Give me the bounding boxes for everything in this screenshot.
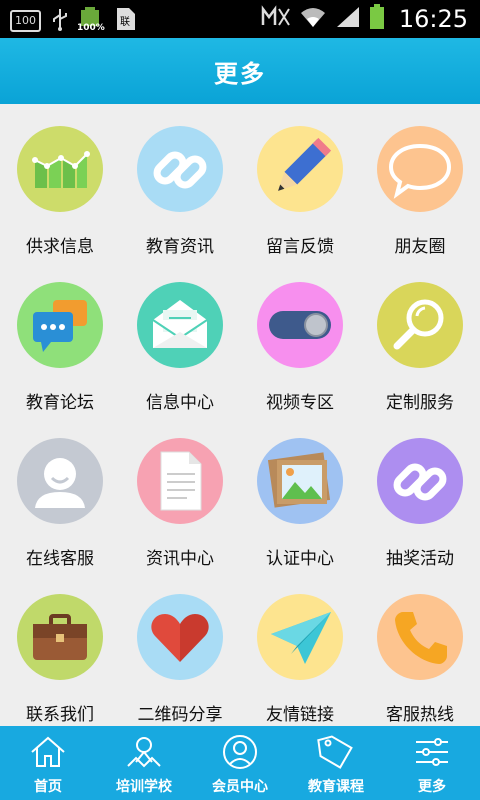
feature-item-news-center[interactable]: 资讯中心 bbox=[120, 416, 240, 572]
tab-label: 会员中心 bbox=[212, 779, 268, 795]
link-icon bbox=[377, 438, 463, 524]
chat-bubbles-icon bbox=[17, 282, 103, 368]
feature-item-hotline[interactable]: 客服热线 bbox=[360, 572, 480, 726]
feature-item-contact-us[interactable]: 联系我们 bbox=[0, 572, 120, 726]
map-pin-icon bbox=[124, 732, 164, 776]
heart-icon bbox=[137, 594, 223, 680]
tab-label: 教育课程 bbox=[308, 779, 364, 795]
mute-icon bbox=[261, 5, 291, 33]
briefcase-icon bbox=[17, 594, 103, 680]
member-icon bbox=[220, 732, 260, 776]
sliders-icon bbox=[412, 732, 452, 776]
feature-label: 在线客服 bbox=[26, 549, 94, 569]
feature-item-qr-share[interactable]: 二维码分享 bbox=[120, 572, 240, 726]
tab-label: 更多 bbox=[418, 779, 446, 795]
battery-level-badge: 100 bbox=[10, 10, 41, 32]
tab-more[interactable]: 更多 bbox=[384, 726, 480, 800]
battery-icon bbox=[369, 4, 385, 34]
clock: 16:25 bbox=[398, 5, 468, 33]
feature-label: 留言反馈 bbox=[266, 237, 334, 257]
feature-label: 友情链接 bbox=[266, 705, 334, 725]
envelope-icon bbox=[137, 282, 223, 368]
page-title: 更多 bbox=[214, 59, 266, 88]
svg-text:联: 联 bbox=[120, 16, 130, 28]
feature-label: 朋友圈 bbox=[394, 237, 446, 257]
feature-item-video[interactable]: 视频专区 bbox=[240, 260, 360, 416]
feature-label: 视频专区 bbox=[266, 393, 334, 413]
paper-plane-icon bbox=[257, 594, 343, 680]
feature-label: 信息中心 bbox=[146, 393, 214, 413]
feature-item-online-support[interactable]: 在线客服 bbox=[0, 416, 120, 572]
feature-label: 供求信息 bbox=[26, 237, 94, 257]
link-icon bbox=[137, 126, 223, 212]
feature-label: 资讯中心 bbox=[146, 549, 214, 569]
feature-item-feedback[interactable]: 留言反馈 bbox=[240, 104, 360, 260]
feature-label: 二维码分享 bbox=[137, 705, 223, 725]
signal-icon bbox=[335, 5, 361, 33]
tab-training-schools[interactable]: 培训学校 bbox=[96, 726, 192, 800]
tab-label: 首页 bbox=[34, 779, 62, 795]
tab-label: 培训学校 bbox=[116, 779, 172, 795]
bar-chart-icon bbox=[17, 126, 103, 212]
feature-label: 认证中心 bbox=[266, 549, 334, 569]
feature-item-custom-service[interactable]: 定制服务 bbox=[360, 260, 480, 416]
feature-item-supply-demand[interactable]: 供求信息 bbox=[0, 104, 120, 260]
tab-member-center[interactable]: 会员中心 bbox=[192, 726, 288, 800]
feature-label: 抽奖活动 bbox=[386, 549, 454, 569]
document-icon bbox=[137, 438, 223, 524]
sim-card-icon: 联 bbox=[115, 6, 137, 36]
app-bar: 更多 bbox=[0, 38, 480, 104]
user-icon bbox=[17, 438, 103, 524]
toggle-icon bbox=[257, 282, 343, 368]
feature-label: 定制服务 bbox=[386, 393, 454, 413]
feature-item-forum[interactable]: 教育论坛 bbox=[0, 260, 120, 416]
feature-item-moments[interactable]: 朋友圈 bbox=[360, 104, 480, 260]
tab-home[interactable]: 首页 bbox=[0, 726, 96, 800]
bottom-tab-bar: 首页 培训学校 会员中心 教育课程 更多 bbox=[0, 726, 480, 800]
status-bar: 100 100% 联 16:25 bbox=[0, 0, 480, 38]
feature-item-friend-links[interactable]: 友情链接 bbox=[240, 572, 360, 726]
magnifier-icon bbox=[377, 282, 463, 368]
home-icon bbox=[28, 732, 68, 776]
speech-bubble-icon bbox=[377, 126, 463, 212]
feature-label: 联系我们 bbox=[26, 705, 94, 725]
battery-full-icon: 100% bbox=[77, 7, 105, 35]
feature-item-lottery[interactable]: 抽奖活动 bbox=[360, 416, 480, 572]
phone-icon bbox=[377, 594, 463, 680]
feature-item-message-center[interactable]: 信息中心 bbox=[120, 260, 240, 416]
feature-label: 教育资讯 bbox=[146, 237, 214, 257]
picture-icon bbox=[257, 438, 343, 524]
battery-percent: 100% bbox=[77, 23, 105, 33]
wifi-icon bbox=[299, 5, 327, 33]
feature-item-certification[interactable]: 认证中心 bbox=[240, 416, 360, 572]
feature-label: 教育论坛 bbox=[26, 393, 94, 413]
feature-label: 客服热线 bbox=[386, 705, 454, 725]
tab-courses[interactable]: 教育课程 bbox=[288, 726, 384, 800]
feature-item-education-news[interactable]: 教育资讯 bbox=[120, 104, 240, 260]
pencil-icon bbox=[257, 126, 343, 212]
feature-grid: 供求信息 教育资讯 留言反馈 朋友圈 教育论坛 信息中心 视频专区 定制服务 在… bbox=[0, 104, 480, 726]
usb-icon bbox=[51, 7, 69, 35]
sale-tag-icon bbox=[316, 732, 356, 776]
